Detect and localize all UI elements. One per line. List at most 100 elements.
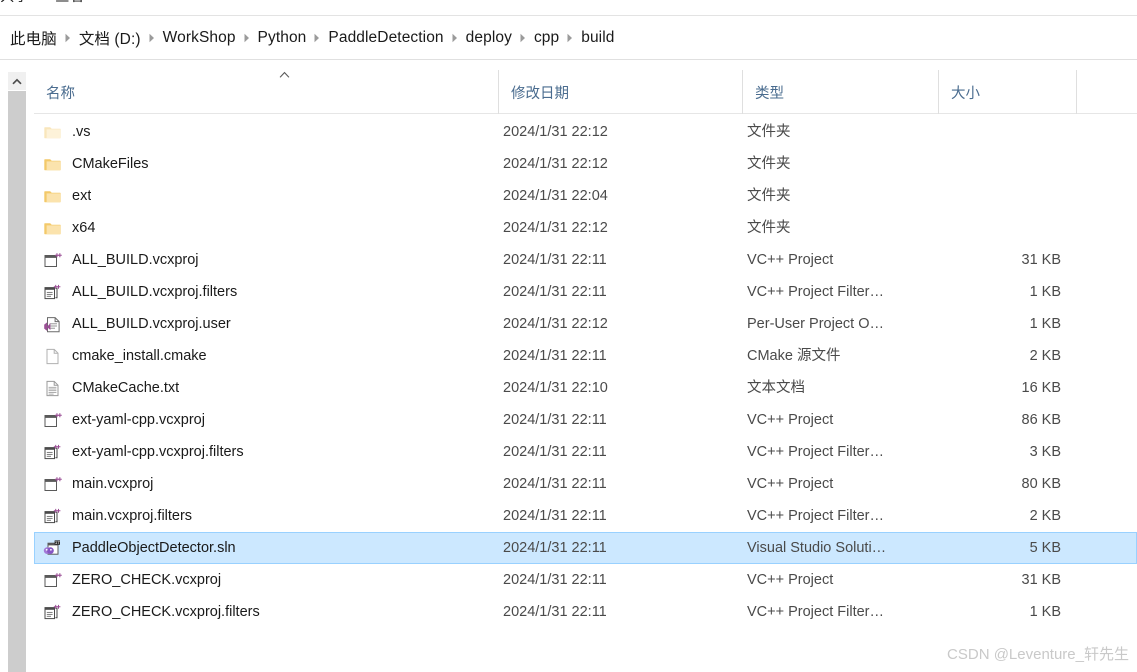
file-name-label: cmake_install.cmake [72,348,207,364]
file-list-row[interactable]: CMakeCache.txt 2024/1/31 22:10 文本文档 16 KB [34,372,1137,404]
file-name-label: ZERO_CHECK.vcxproj.filters [72,604,260,620]
column-header-date-label: 修改日期 [511,85,569,102]
file-list-row[interactable]: CMakeFiles 2024/1/31 22:12 文件夹 [34,148,1137,180]
file-name-label: ALL_BUILD.vcxproj.user [72,316,231,332]
scroll-up-button[interactable] [8,72,26,90]
file-name-cell[interactable]: ext-yaml-cpp.vcxproj [35,405,499,435]
file-type-cell: 文件夹 [747,156,791,172]
breadcrumb-item-workshop[interactable]: WorkShop [163,29,236,47]
file-size-cell: 1 KB [1029,284,1061,300]
file-type-cell: 文件夹 [747,124,791,140]
file-name-label: CMakeFiles [72,156,149,172]
file-type-cell: 文件夹 [747,188,791,204]
ribbon-tab-share[interactable]: 共享 [0,0,29,7]
file-size-cell: 16 KB [1021,380,1062,396]
file-name-label: PaddleObjectDetector.sln [72,540,236,556]
file-date-cell: 2024/1/31 22:11 [503,284,607,300]
filters-icon [43,603,62,622]
file-date-cell: 2024/1/31 22:11 [503,252,607,268]
file-name-cell[interactable]: CMakeCache.txt [35,373,499,403]
file-list-row[interactable]: .vs 2024/1/31 22:12 文件夹 [34,116,1137,148]
file-list-row[interactable]: ALL_BUILD.vcxproj.filters 2024/1/31 22:11… [34,276,1137,308]
file-size-cell: 5 KB [1029,540,1061,556]
file-name-cell[interactable]: ALL_BUILD.vcxproj.user [35,309,499,339]
file-name-label: ext-yaml-cpp.vcxproj.filters [72,444,244,460]
file-name-cell[interactable]: main.vcxproj.filters [35,501,499,531]
vsuser-icon [43,315,62,334]
file-size-cell: 31 KB [1021,252,1062,268]
file-name-cell[interactable]: ALL_BUILD.vcxproj.filters [35,277,499,307]
column-header-type[interactable]: 类型 [742,70,938,114]
column-header-name[interactable]: 名称 [34,70,498,114]
file-list-row[interactable]: ext-yaml-cpp.vcxproj 2024/1/31 22:11 VC++ … [34,404,1137,436]
file-name-cell[interactable]: ext-yaml-cpp.vcxproj.filters [35,437,499,467]
file-size-cell [939,149,1065,179]
file-list-row[interactable]: ext 2024/1/31 22:04 文件夹 [34,180,1137,212]
file-size-cell: 80 KB [1021,476,1062,492]
file-type-cell: VC++ Project [747,476,834,492]
file-list-row[interactable]: ALL_BUILD.vcxproj 2024/1/31 22:11 VC++ Pro… [34,244,1137,276]
file-list-row[interactable]: 17 PaddleObjectDetector.sln 2024/1/31 22:1… [34,532,1137,564]
file-list-row[interactable]: cmake_install.cmake 2024/1/31 22:11 CMake … [34,340,1137,372]
scrollbar-thumb[interactable] [8,91,26,672]
caret-up-icon [274,67,294,81]
file-list-row[interactable]: ZERO_CHECK.vcxproj 2024/1/31 22:11 VC++ Pr… [34,564,1137,596]
file-name-label: ext [72,188,92,204]
file-list-row[interactable]: ALL_BUILD.vcxproj.user 2024/1/31 22:12 Per… [34,308,1137,340]
breadcrumb-item-documents[interactable]: 文档 (D:) [79,27,141,49]
file-name-cell[interactable]: ext [35,181,499,211]
file-name-cell[interactable]: ALL_BUILD.vcxproj [35,245,499,275]
column-header-size[interactable]: 大小 [938,70,1076,114]
file-type-cell: VC++ Project Filter… [747,444,884,460]
document-icon [43,347,62,366]
breadcrumb-item-python[interactable]: Python [258,29,307,47]
file-size-cell: 86 KB [1021,412,1062,428]
folder-icon [43,155,62,174]
file-size-cell: 1 KB [1029,604,1061,620]
folder-icon [43,187,62,206]
breadcrumb-item-paddledetection[interactable]: PaddleDetection [328,29,443,47]
column-header-date-modified[interactable]: 修改日期 [498,70,742,114]
file-name-label: x64 [72,220,96,236]
file-name-label: main.vcxproj.filters [72,508,193,524]
file-date-cell: 2024/1/31 22:11 [503,348,607,364]
file-type-cell: VC++ Project [747,572,834,588]
file-list-row[interactable]: ZERO_CHECK.vcxproj.filters 2024/1/31 22:1… [34,596,1137,628]
file-name-cell[interactable]: cmake_install.cmake [35,341,499,371]
breadcrumb-item-deploy[interactable]: deploy [466,29,512,47]
file-list-row[interactable]: ext-yaml-cpp.vcxproj.filters 2024/1/31 22… [34,436,1137,468]
file-type-cell: CMake 源文件 [747,348,841,364]
file-name-cell[interactable]: main.vcxproj [35,469,499,499]
breadcrumb-item-cpp[interactable]: cpp [534,29,559,47]
watermark: CSDN @Leventure_轩先生 [947,646,1129,663]
file-name-label: ZERO_CHECK.vcxproj [72,572,222,588]
file-list-row[interactable]: main.vcxproj.filters 2024/1/31 22:11 VC++ … [34,500,1137,532]
file-size-cell: 3 KB [1029,444,1061,460]
ribbon-tab-view[interactable]: 查看 [55,0,84,7]
breadcrumb-item-this-pc[interactable]: 此电脑 [10,27,57,49]
file-name-cell[interactable]: ZERO_CHECK.vcxproj [35,565,499,595]
file-name-cell[interactable]: 17 PaddleObjectDetector.sln [35,533,499,563]
vertical-scrollbar[interactable] [8,72,26,672]
file-name-label: ALL_BUILD.vcxproj [72,252,199,268]
vcxproj-icon [43,251,62,270]
file-name-cell[interactable]: CMakeFiles [35,149,499,179]
file-name-cell[interactable]: ZERO_CHECK.vcxproj.filters [35,597,499,627]
file-name-cell[interactable]: .vs [35,117,499,147]
column-header-size-label: 大小 [951,85,980,102]
file-name-cell[interactable]: x64 [35,213,499,243]
sln-icon: 17 [43,539,62,558]
file-type-cell: VC++ Project [747,412,834,428]
file-date-cell: 2024/1/31 22:11 [503,444,607,460]
file-date-cell: 2024/1/31 22:10 [503,380,608,396]
vcxproj-icon [43,411,62,430]
breadcrumb-item-build[interactable]: build [581,29,614,47]
file-size-cell: 31 KB [1021,572,1062,588]
breadcrumb[interactable]: 此电脑 文档 (D:) WorkShop Python PaddleDetect… [0,16,1137,60]
file-list-row[interactable]: x64 2024/1/31 22:12 文件夹 [34,212,1137,244]
file-size-cell [939,117,1065,147]
folder-icon [43,123,62,142]
file-type-cell: VC++ Project [747,252,834,268]
file-list-row[interactable]: main.vcxproj 2024/1/31 22:11 VC++ Project 8… [34,468,1137,500]
file-list[interactable]: .vs 2024/1/31 22:12 文件夹 CMakeFiles 2024/1/31… [34,116,1137,636]
